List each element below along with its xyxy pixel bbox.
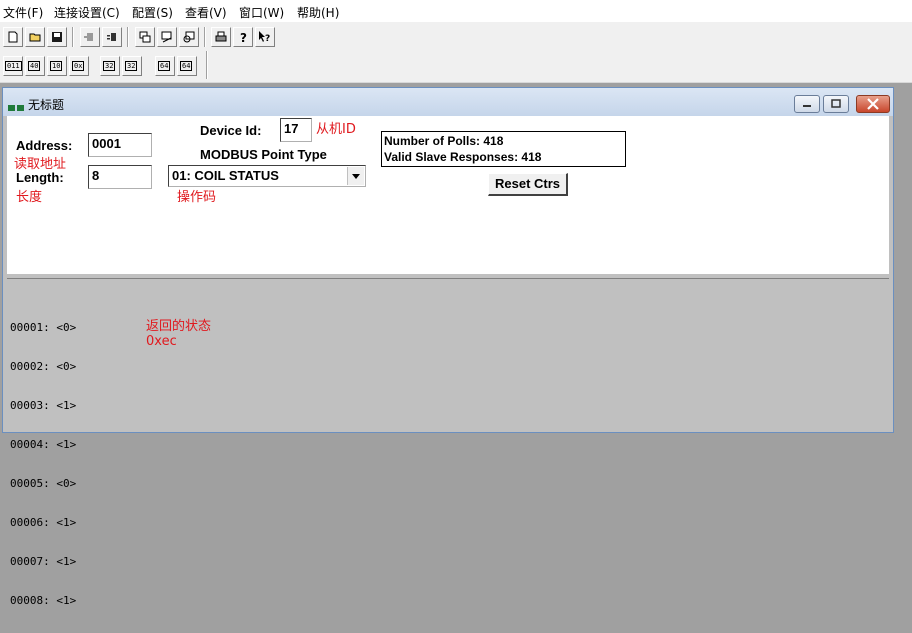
chevron-down-icon bbox=[352, 174, 360, 179]
hex-label: 0x bbox=[72, 61, 85, 71]
close-button[interactable] bbox=[856, 95, 890, 113]
list-item: 00001: <0> bbox=[10, 321, 77, 334]
read-coils-button[interactable]: 011 bbox=[3, 56, 23, 76]
open-folder-icon bbox=[29, 33, 41, 42]
poll-window: 无标题 Address: 0001 读取地址 Length: 8 长度 Devi… bbox=[2, 87, 894, 607]
menu-window[interactable]: 窗口(W) bbox=[239, 4, 284, 21]
display-button[interactable] bbox=[157, 27, 177, 47]
menu-help[interactable]: 帮助(H) bbox=[297, 4, 339, 21]
device-id-input[interactable]: 17 bbox=[280, 118, 312, 142]
double64-swapped-button[interactable]: 64 bbox=[177, 56, 197, 76]
minimize-icon bbox=[803, 105, 811, 107]
toolbar-area: ? ? 011 40 10 0x 32 32 64 64 bbox=[0, 22, 912, 83]
double64-button[interactable]: 64 bbox=[155, 56, 175, 76]
window-title: 无标题 bbox=[28, 98, 65, 112]
point-type-select[interactable]: 01: COIL STATUS bbox=[168, 165, 366, 187]
form-pane: Address: 0001 读取地址 Length: 8 长度 Device I… bbox=[7, 116, 889, 274]
read-coils-label: 011 bbox=[5, 61, 22, 71]
list-item: 00006: <1> bbox=[10, 516, 77, 529]
save-disk-icon bbox=[52, 32, 62, 42]
save-button[interactable] bbox=[47, 27, 67, 47]
status-annotation: 返回的状态 bbox=[146, 319, 212, 334]
device-id-label: Device Id: bbox=[200, 123, 262, 138]
list-item: 00004: <1> bbox=[10, 438, 77, 451]
list-item: 00007: <1> bbox=[10, 555, 77, 568]
list-item: 00008: <1> bbox=[10, 594, 77, 607]
hex-button[interactable]: 0x bbox=[69, 56, 89, 76]
point-type-annotation: 操作码 bbox=[177, 190, 217, 205]
maximize-button[interactable] bbox=[823, 95, 849, 113]
float32-swapped-label: 32 bbox=[125, 61, 138, 71]
menu-view[interactable]: 查看(V) bbox=[185, 4, 227, 21]
poll-statistics-box: Number of Polls: 418 Valid Slave Respons… bbox=[381, 131, 626, 167]
address-label: Address: bbox=[16, 138, 73, 153]
toolbar-separator bbox=[204, 27, 206, 47]
window-icon bbox=[8, 100, 24, 111]
list-item: 00002: <0> bbox=[10, 360, 77, 373]
open-button[interactable] bbox=[25, 27, 45, 47]
context-help-icon: ? bbox=[259, 31, 270, 43]
toolbar-separator bbox=[127, 27, 129, 47]
register-list: 00001: <0> 00002: <0> 00003: <1> 00004: … bbox=[10, 295, 76, 633]
toolbar-separator bbox=[72, 27, 74, 47]
address-input[interactable]: 0001 bbox=[88, 133, 152, 157]
dropdown-button[interactable] bbox=[347, 167, 364, 185]
float32-swapped-button[interactable]: 32 bbox=[122, 56, 142, 76]
device-id-annotation: 从机ID bbox=[316, 122, 356, 137]
poll-definition-icon bbox=[139, 31, 151, 43]
read-input-label: 10 bbox=[50, 61, 63, 71]
polls-count: Number of Polls: 418 bbox=[384, 134, 504, 148]
new-document-icon bbox=[8, 31, 18, 43]
float32-button[interactable]: 32 bbox=[100, 56, 120, 76]
read-input-button[interactable]: 10 bbox=[47, 56, 67, 76]
connect-button[interactable] bbox=[80, 27, 100, 47]
menu-setup[interactable]: 配置(S) bbox=[132, 4, 173, 21]
disconnect-button[interactable] bbox=[102, 27, 122, 47]
list-item: 00003: <1> bbox=[10, 399, 77, 412]
float32-label: 32 bbox=[103, 61, 116, 71]
read-holding-button[interactable]: 40 bbox=[25, 56, 45, 76]
point-type-value: 01: COIL STATUS bbox=[172, 168, 279, 183]
length-label: Length: bbox=[16, 170, 64, 185]
minimize-button[interactable] bbox=[794, 95, 820, 113]
read-holding-label: 40 bbox=[28, 61, 41, 71]
menu-connection[interactable]: 连接设置(C) bbox=[54, 4, 120, 21]
register-values-pane: 00001: <0> 00002: <0> 00003: <1> 00004: … bbox=[7, 278, 889, 607]
menu-file[interactable]: 文件(F) bbox=[3, 4, 43, 21]
print-icon bbox=[215, 31, 227, 42]
double64-label: 64 bbox=[158, 61, 171, 71]
window-titlebar[interactable]: 无标题 bbox=[3, 88, 893, 116]
reset-counters-button[interactable]: Reset Ctrs bbox=[488, 173, 568, 196]
print-button[interactable] bbox=[211, 27, 231, 47]
length-input[interactable]: 8 bbox=[88, 165, 152, 189]
poll-definition-button[interactable] bbox=[135, 27, 155, 47]
hex-annotation: 0xec bbox=[146, 334, 177, 349]
svg-text:?: ? bbox=[265, 34, 270, 43]
valid-responses-count: Valid Slave Responses: 418 bbox=[384, 150, 542, 164]
context-help-button[interactable]: ? bbox=[255, 27, 275, 47]
svg-text:?: ? bbox=[240, 31, 247, 43]
close-icon bbox=[867, 98, 879, 110]
new-button[interactable] bbox=[3, 27, 23, 47]
help-icon: ? bbox=[240, 31, 247, 43]
maximize-icon bbox=[831, 99, 841, 108]
disconnect-icon bbox=[107, 33, 116, 41]
length-annotation: 长度 bbox=[16, 190, 43, 205]
slave-icon bbox=[183, 31, 195, 43]
menu-bar: 文件(F) 连接设置(C) 配置(S) 查看(V) 窗口(W) 帮助(H) bbox=[0, 0, 912, 22]
slave-button[interactable] bbox=[179, 27, 199, 47]
about-button[interactable]: ? bbox=[233, 27, 253, 47]
point-type-label: MODBUS Point Type bbox=[200, 147, 327, 162]
connect-icon bbox=[84, 33, 93, 41]
toolbar-separator bbox=[206, 51, 208, 79]
double64-swapped-label: 64 bbox=[180, 61, 193, 71]
list-item: 00005: <0> bbox=[10, 477, 77, 490]
display-icon bbox=[161, 31, 172, 43]
